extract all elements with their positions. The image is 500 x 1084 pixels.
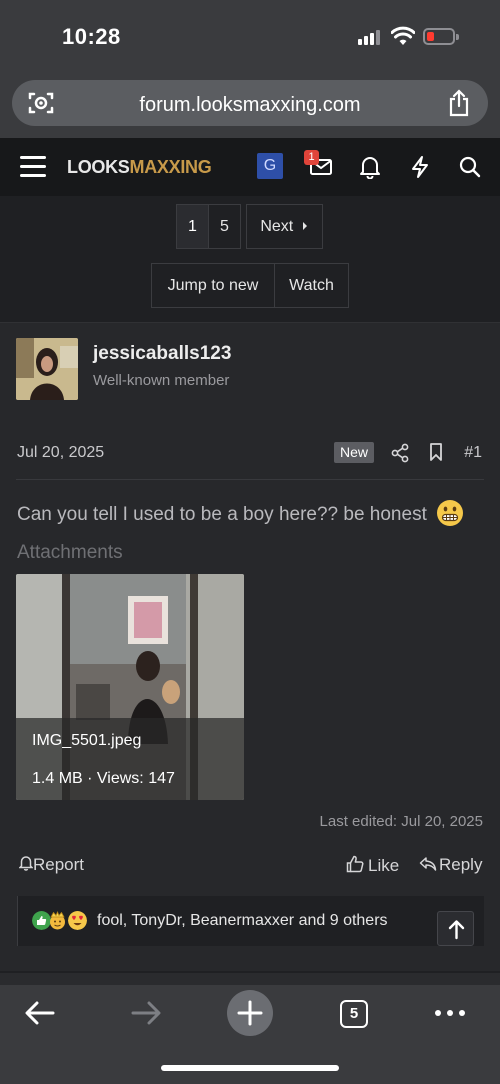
- scroll-to-top-button[interactable]: [437, 911, 474, 946]
- site-header: LOOKSMAXXING G 1: [0, 138, 500, 196]
- share-post-icon[interactable]: [391, 443, 409, 463]
- reactions-summary[interactable]: fool, TonyDr, Beanermaxxer and 9 others: [17, 896, 484, 946]
- crowned-emoji-icon: [50, 911, 65, 930]
- like-label: Like: [368, 856, 400, 875]
- heart-eyes-emoji-icon: [68, 911, 87, 930]
- post-author-block: jessicaballs123 Well-known member: [0, 322, 500, 438]
- address-bar[interactable]: forum.looksmaxxing.com: [12, 80, 488, 126]
- post-number[interactable]: #1: [464, 444, 482, 462]
- browser-address-area: forum.looksmaxxing.com: [0, 76, 500, 138]
- forward-arrow-icon[interactable]: [130, 999, 162, 1027]
- arrow-up-icon: [448, 920, 465, 940]
- wifi-icon: [391, 26, 415, 45]
- watch-button[interactable]: Watch: [274, 263, 349, 308]
- share-icon[interactable]: [448, 89, 470, 117]
- jump-to-new-button[interactable]: Jump to new: [151, 263, 275, 308]
- logo-part-maxxing: MAXXING: [129, 157, 212, 177]
- post-date[interactable]: Jul 20, 2025: [17, 444, 104, 462]
- new-tab-button[interactable]: [227, 990, 273, 1036]
- account-avatar-badge[interactable]: G: [257, 153, 283, 179]
- site-logo[interactable]: LOOKSMAXXING: [67, 157, 212, 178]
- more-options-icon[interactable]: [434, 1009, 466, 1017]
- page-5-button[interactable]: 5: [208, 204, 241, 249]
- attachment-info-overlay: IMG_5501.jpeg 1.4 MB · Views: 147: [16, 718, 244, 800]
- back-arrow-icon[interactable]: [24, 999, 56, 1027]
- next-page-button[interactable]: Next: [246, 204, 323, 249]
- new-badge: New: [334, 442, 375, 463]
- plus-icon: [237, 1000, 263, 1026]
- user-title: Well-known member: [93, 372, 230, 389]
- caret-right-icon: [302, 222, 307, 230]
- attachments-heading: Attachments: [17, 542, 123, 563]
- bell-icon[interactable]: [359, 155, 381, 179]
- status-time: 10:28: [62, 24, 121, 49]
- avatar[interactable]: [16, 338, 78, 400]
- post-username[interactable]: jessicaballs123: [93, 343, 231, 365]
- post-message: Can you tell I used to be a boy here?? b…: [17, 499, 464, 527]
- like-button[interactable]: Like: [346, 855, 399, 876]
- attachment-filename: IMG_5501.jpeg: [32, 732, 142, 749]
- reply-arrow-icon: [419, 857, 437, 871]
- home-indicator: [161, 1065, 339, 1071]
- logo-part-looks: LOOKS: [67, 157, 130, 177]
- thumbs-up-icon: [346, 855, 364, 873]
- menu-icon[interactable]: [20, 156, 46, 178]
- report-button[interactable]: Report: [18, 855, 85, 875]
- attachment-thumbnail[interactable]: IMG_5501.jpeg 1.4 MB · Views: 147: [16, 574, 244, 800]
- lightning-icon[interactable]: [409, 155, 431, 179]
- tab-switcher-button[interactable]: 5: [340, 1000, 368, 1028]
- post-message-text: Can you tell I used to be a boy here?? b…: [17, 504, 427, 525]
- report-label: Report: [33, 855, 85, 874]
- cellular-signal-icon: [358, 29, 382, 45]
- next-label: Next: [260, 218, 294, 235]
- page-1-button[interactable]: 1: [176, 204, 209, 249]
- bookmark-icon[interactable]: [429, 442, 443, 462]
- reply-label: Reply: [439, 855, 483, 874]
- attachment-meta: 1.4 MB · Views: 147: [32, 770, 175, 787]
- bell-outline-icon: [18, 856, 34, 871]
- search-icon[interactable]: [459, 155, 481, 179]
- reactions-text[interactable]: fool, TonyDr, Beanermaxxer and 9 others: [97, 912, 388, 930]
- reply-button[interactable]: Reply: [419, 855, 482, 875]
- last-edited: Last edited: Jul 20, 2025: [319, 813, 483, 830]
- inbox-count-badge: 1: [304, 150, 319, 165]
- browser-toolbar: 5: [0, 985, 500, 1084]
- grimacing-face-icon: [437, 500, 464, 526]
- next-post-edge: [0, 973, 500, 985]
- url-text[interactable]: forum.looksmaxxing.com: [12, 94, 488, 117]
- battery-icon: [423, 28, 459, 45]
- post-body: Jul 20, 2025 New #1 Can you tell I used …: [0, 426, 500, 971]
- divider: [16, 479, 484, 480]
- status-bar: 10:28: [0, 0, 500, 76]
